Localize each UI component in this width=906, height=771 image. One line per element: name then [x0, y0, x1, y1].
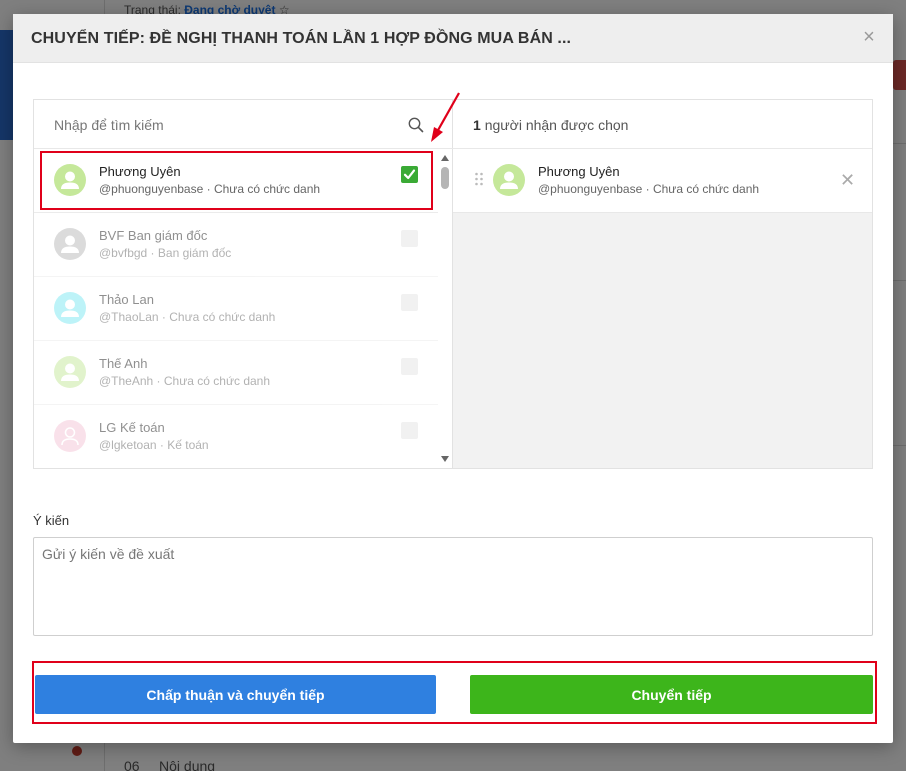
selected-count-suffix: người nhận được chọn [484, 117, 629, 133]
avatar [54, 292, 86, 324]
recipient-role: Chưa có chức danh [163, 374, 271, 388]
recipient-item[interactable]: LG Kế toán @lgketoan · Kế toán [34, 405, 438, 467]
avatar [54, 420, 86, 452]
approve-and-forward-button[interactable]: Chấp thuận và chuyển tiếp [35, 675, 436, 714]
recipient-checkbox[interactable] [401, 166, 418, 183]
selected-recipient-handle: @phuonguyenbase [538, 182, 643, 196]
recipient-handle: @lgketoan [99, 438, 157, 452]
selected-count-text: 1 người nhận được chọn [473, 117, 628, 133]
recipient-checkbox[interactable] [401, 230, 418, 247]
recipient-handle: @TheAnh [99, 374, 154, 388]
recipient-list: Phương Uyên @phuonguyenbase · Chưa có ch… [34, 149, 438, 467]
modal-header: CHUYỂN TIẾP: ĐỀ NGHỊ THANH TOÁN LẦN 1 HỢ… [13, 14, 893, 63]
avatar [493, 164, 525, 196]
recipient-role: Kế toán [167, 438, 209, 452]
selected-count: 1 [473, 117, 481, 133]
list-scrollbar[interactable] [438, 149, 452, 468]
comment-input[interactable] [33, 537, 873, 636]
modal-title: CHUYỂN TIẾP: ĐỀ NGHỊ THANH TOÁN LẦN 1 HỢ… [31, 30, 572, 47]
avatar [54, 356, 86, 388]
search-input[interactable] [54, 114, 394, 136]
recipient-name: Thảo Lan [99, 292, 154, 307]
recipient-checkbox[interactable] [401, 294, 418, 311]
close-icon[interactable]: × [859, 26, 879, 48]
recipient-handle: @bvfbgd [99, 246, 148, 260]
forward-button[interactable]: Chuyển tiếp [470, 675, 873, 714]
recipient-role: Chưa có chức danh [213, 182, 321, 196]
recipient-name: LG Kế toán [99, 420, 165, 435]
scroll-thumb[interactable] [441, 167, 449, 189]
recipient-handle: @phuonguyenbase [99, 182, 204, 196]
selected-recipient-subtitle: @phuonguyenbase · Chưa có chức danh [538, 182, 760, 196]
recipient-item[interactable]: Phương Uyên @phuonguyenbase · Chưa có ch… [34, 149, 438, 213]
avatar [54, 164, 86, 196]
scroll-down-icon[interactable] [441, 456, 449, 462]
search-icon[interactable] [407, 116, 425, 134]
comment-label: Ý kiến [33, 513, 70, 528]
recipient-item[interactable]: Thảo Lan @ThaoLan · Chưa có chức danh [34, 277, 438, 341]
selected-recipient-role: Chưa có chức danh [652, 182, 760, 196]
drag-handle-icon[interactable] [474, 172, 484, 186]
recipient-list-panel: Phương Uyên @phuonguyenbase · Chưa có ch… [34, 100, 453, 468]
recipient-subtitle: @ThaoLan · Chưa có chức danh [99, 310, 276, 324]
avatar [54, 228, 86, 260]
recipient-subtitle: @bvfbgd · Ban giám đốc [99, 246, 232, 260]
checkmark-icon [403, 169, 416, 180]
selected-header: 1 người nhận được chọn [453, 100, 872, 149]
recipient-checkbox[interactable] [401, 358, 418, 375]
selected-recipients-panel: 1 người nhận được chọn Phương Uyên @phuo… [453, 100, 872, 468]
selected-recipient-item: Phương Uyên @phuonguyenbase · Chưa có ch… [453, 149, 872, 213]
recipient-role: Chưa có chức danh [169, 310, 276, 324]
recipient-subtitle: @lgketoan · Kế toán [99, 438, 209, 452]
recipient-item[interactable]: Thế Anh @TheAnh · Chưa có chức danh [34, 341, 438, 405]
recipient-picker: Phương Uyên @phuonguyenbase · Chưa có ch… [33, 99, 873, 469]
recipient-handle: @ThaoLan [99, 310, 159, 324]
recipient-subtitle: @TheAnh · Chưa có chức danh [99, 374, 271, 388]
recipient-subtitle: @phuonguyenbase · Chưa có chức danh [99, 182, 321, 196]
remove-icon[interactable]: ✕ [840, 171, 855, 189]
recipient-name: Phương Uyên [99, 164, 181, 179]
search-box [34, 100, 453, 149]
recipient-role: Ban giám đốc [157, 246, 232, 260]
selected-recipient-name: Phương Uyên [538, 164, 620, 179]
forward-modal: CHUYỂN TIẾP: ĐỀ NGHỊ THANH TOÁN LẦN 1 HỢ… [13, 14, 893, 743]
recipient-name: BVF Ban giám đốc [99, 228, 208, 243]
recipient-checkbox[interactable] [401, 422, 418, 439]
recipient-name: Thế Anh [99, 356, 148, 371]
recipient-item[interactable]: BVF Ban giám đốc @bvfbgd · Ban giám đốc [34, 213, 438, 277]
scroll-up-icon[interactable] [441, 155, 449, 161]
